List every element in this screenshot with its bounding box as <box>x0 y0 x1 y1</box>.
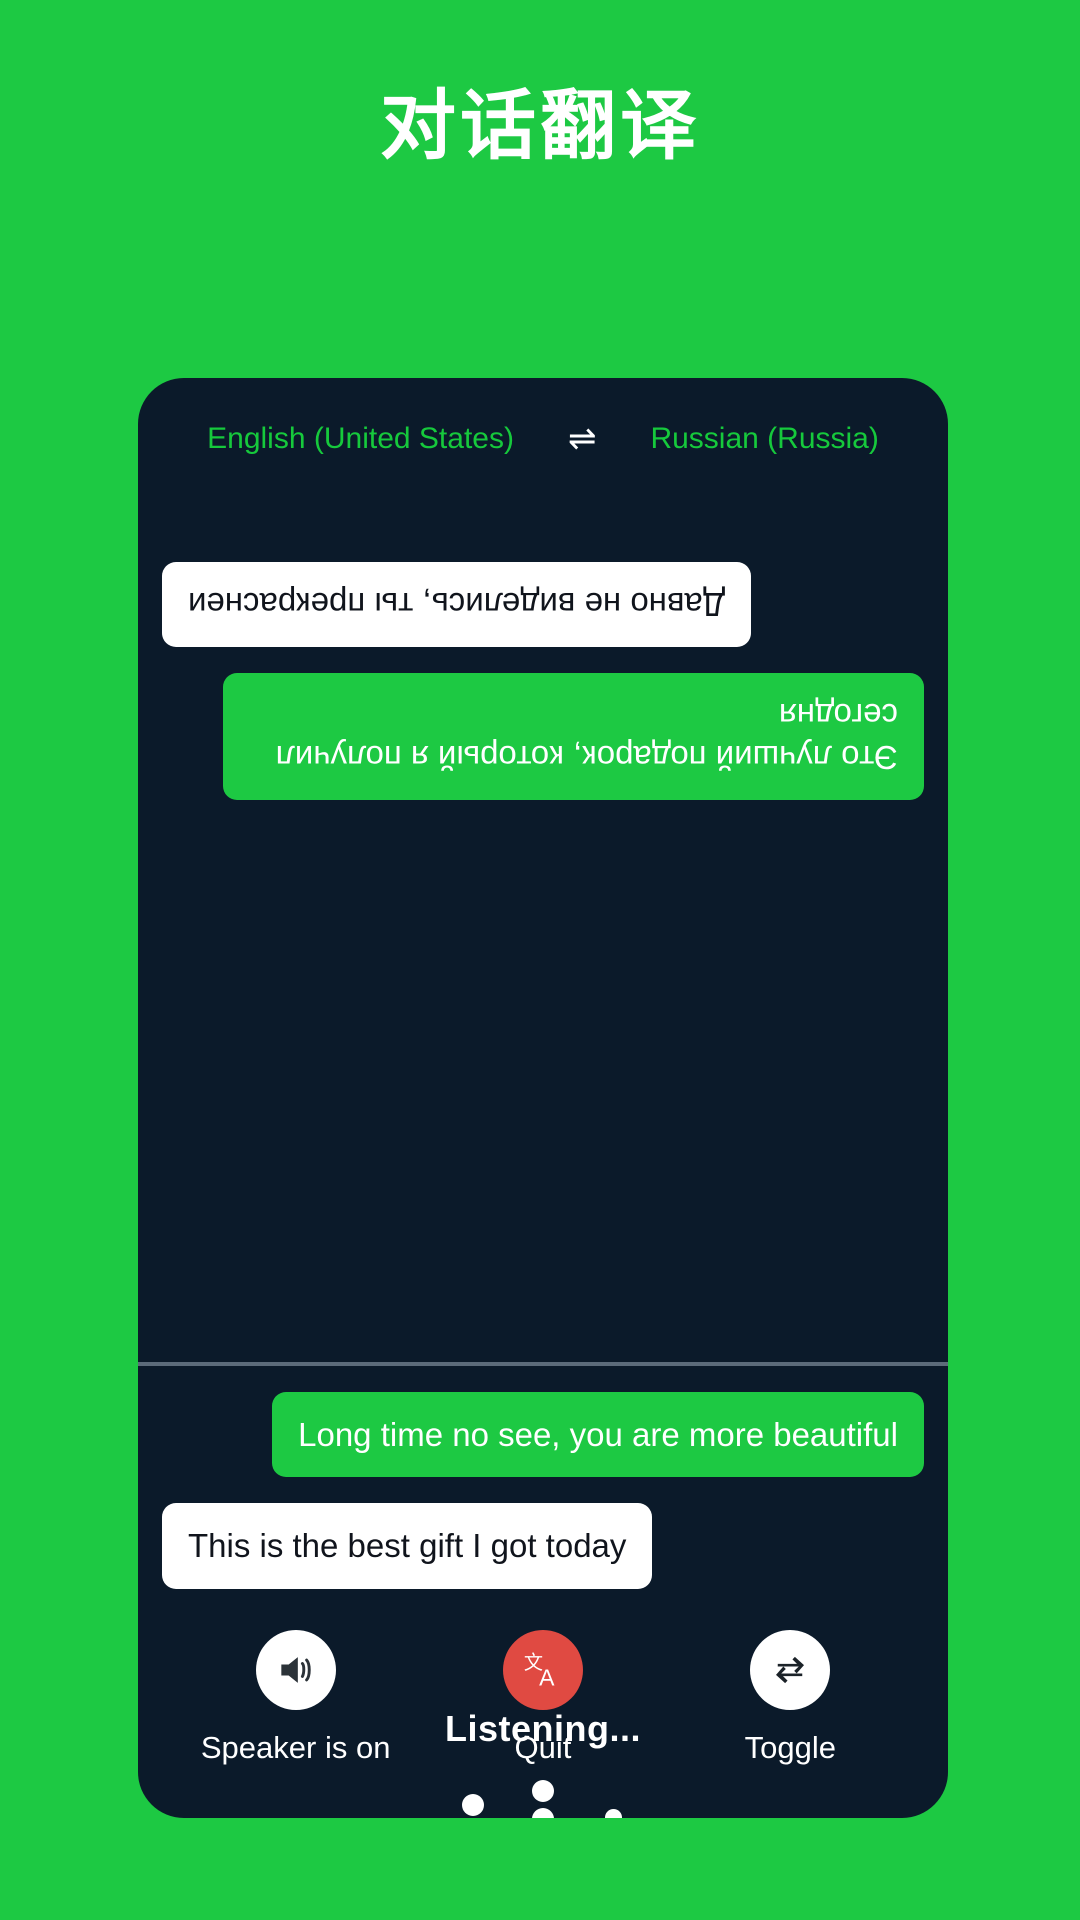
message-bubble[interactable]: This is the best gift I got today <box>162 1503 653 1589</box>
audio-waveform <box>138 1780 948 1819</box>
waveform-column <box>368 1818 438 1819</box>
svg-text:A: A <box>539 1664 555 1690</box>
message-row: Это лучший подарок, который я получил се… <box>162 673 924 800</box>
message-bubble[interactable]: Давно не виделись, ты прекраснеи <box>162 562 752 648</box>
source-language-button[interactable]: English (United States) <box>207 422 514 456</box>
target-language-button[interactable]: Russian (Russia) <box>650 422 878 456</box>
speaker-button-circle[interactable] <box>255 1630 336 1710</box>
waveform-dot <box>532 1808 554 1818</box>
message-row: Long time no see, you are more beautiful <box>162 1392 924 1478</box>
speaker-button[interactable]: Speaker is on <box>181 1630 411 1766</box>
toggle-button[interactable]: Toggle <box>675 1630 905 1766</box>
message-bubble[interactable]: Long time no see, you are more beautiful <box>272 1392 924 1478</box>
waveform-column <box>508 1777 578 1818</box>
quit-button[interactable]: 文 A Quit <box>428 1630 658 1766</box>
waveform-column <box>578 1806 648 1818</box>
page-title: 对话翻译 <box>380 81 700 170</box>
pane-divider <box>138 1362 948 1366</box>
message-row: This is the best gift I got today <box>162 1503 924 1589</box>
conversation-pane-remote: Это лучший подарок, который я получил се… <box>138 500 948 1362</box>
toggle-repeat-icon <box>776 1656 805 1684</box>
message-row: Давно не виделись, ты прекраснеи <box>162 562 924 648</box>
quit-button-circle[interactable]: 文 A <box>502 1630 583 1710</box>
conversation-card: English (United States) ⇌ Russian (Russi… <box>138 378 948 1818</box>
language-bar: English (United States) ⇌ Russian (Russi… <box>138 378 948 500</box>
waveform-column <box>438 1791 508 1818</box>
waveform-dot <box>604 1809 622 1818</box>
waveform-dot <box>532 1780 554 1802</box>
speaker-button-label: Speaker is on <box>200 1730 391 1765</box>
swap-arrows-icon[interactable]: ⇌ <box>566 422 599 456</box>
waveform-dot <box>462 1794 484 1816</box>
speaker-on-icon <box>280 1657 311 1683</box>
control-bar: Speaker is on 文 A Quit Toggle <box>138 1630 948 1766</box>
message-bubble[interactable]: Это лучший подарок, который я получил се… <box>222 673 924 800</box>
translate-icon: 文 A <box>524 1651 555 1690</box>
toggle-button-label: Toggle <box>744 1730 836 1765</box>
quit-button-label: Quit <box>514 1730 572 1765</box>
toggle-button-circle[interactable] <box>750 1630 831 1710</box>
